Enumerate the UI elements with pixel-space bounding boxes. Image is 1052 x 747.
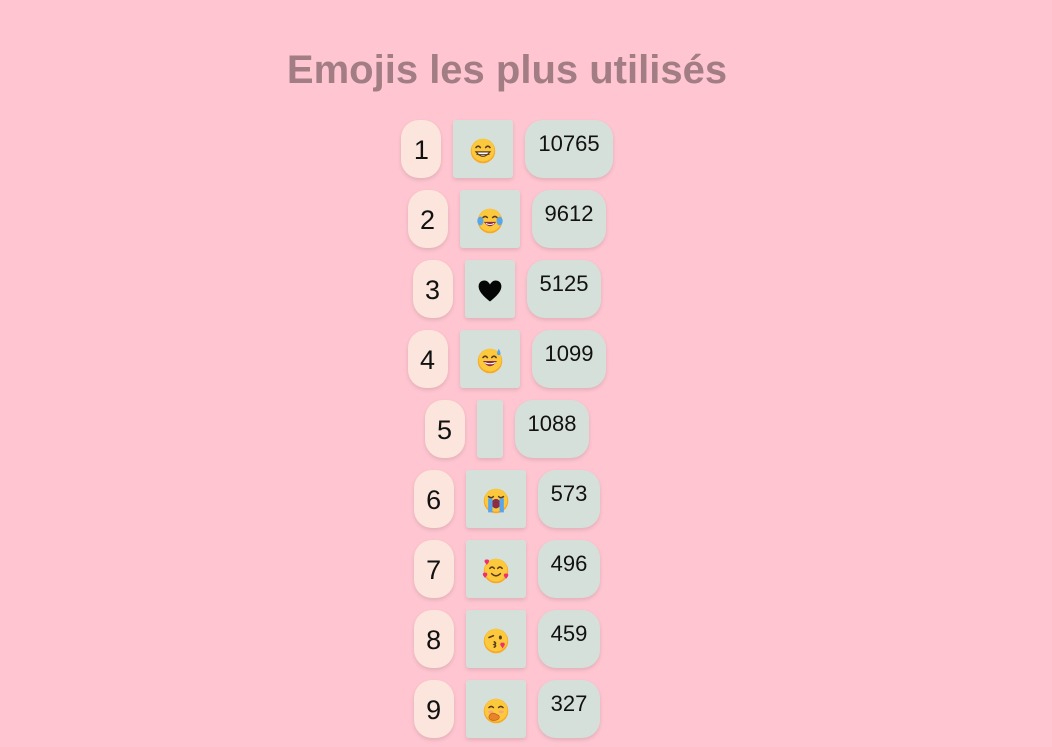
usage-count: 496 bbox=[537, 540, 601, 598]
usage-count: 459 bbox=[537, 610, 601, 668]
list-item: 3 5125 bbox=[412, 260, 602, 318]
rank-badge: 2 bbox=[407, 190, 448, 248]
usage-count: 1099 bbox=[531, 330, 607, 388]
emoji-ranking-list: 1 10765 2 9612 3 5125 4 1099 5 1088 6 57… bbox=[0, 120, 1014, 738]
rank-badge: 7 bbox=[413, 540, 454, 598]
list-item: 8 459 bbox=[413, 610, 601, 668]
list-item: 1 10765 bbox=[401, 120, 613, 178]
beaming-face-with-smiling-eyes-icon bbox=[471, 138, 496, 164]
rank-badge: 6 bbox=[413, 470, 454, 528]
page-title: Emojis les plus utilisés bbox=[286, 48, 728, 92]
black-heart-icon bbox=[478, 280, 501, 302]
rank-badge: 4 bbox=[407, 330, 448, 388]
list-item: 6 573 bbox=[413, 470, 601, 528]
rank-badge: 3 bbox=[412, 260, 453, 318]
emoji-card bbox=[459, 190, 520, 248]
smiling-face-with-hearts-icon bbox=[482, 558, 508, 584]
emoji-card bbox=[465, 610, 526, 668]
emoji-card bbox=[465, 470, 526, 528]
usage-count: 10765 bbox=[525, 120, 613, 178]
loudly-crying-face-icon bbox=[483, 488, 508, 514]
emoji-card bbox=[459, 330, 520, 388]
list-item: 7 496 bbox=[413, 540, 601, 598]
face-with-tears-of-joy-icon bbox=[476, 208, 503, 234]
usage-count: 1088 bbox=[514, 400, 590, 458]
usage-count: 327 bbox=[537, 680, 601, 738]
usage-count: 9612 bbox=[531, 190, 607, 248]
list-item: 5 1088 bbox=[424, 400, 590, 458]
grinning-face-with-sweat-icon bbox=[477, 348, 502, 374]
emoji-card bbox=[465, 680, 526, 738]
emoji-card-empty bbox=[476, 400, 503, 458]
page: Emojis les plus utilisés 1 10765 2 9612 … bbox=[0, 0, 1052, 747]
list-item: 4 1099 bbox=[407, 330, 607, 388]
face-with-hand-over-mouth-icon bbox=[483, 698, 508, 724]
list-item: 9 327 bbox=[413, 680, 601, 738]
rank-badge: 1 bbox=[401, 120, 442, 178]
usage-count: 573 bbox=[537, 470, 601, 528]
emoji-card bbox=[453, 120, 514, 178]
usage-count: 5125 bbox=[526, 260, 602, 318]
rank-badge: 5 bbox=[424, 400, 465, 458]
emoji-card bbox=[464, 260, 515, 318]
face-blowing-a-kiss-icon bbox=[483, 628, 508, 654]
rank-badge: 9 bbox=[413, 680, 454, 738]
rank-badge: 8 bbox=[413, 610, 454, 668]
emoji-card bbox=[465, 540, 526, 598]
list-item: 2 9612 bbox=[407, 190, 607, 248]
